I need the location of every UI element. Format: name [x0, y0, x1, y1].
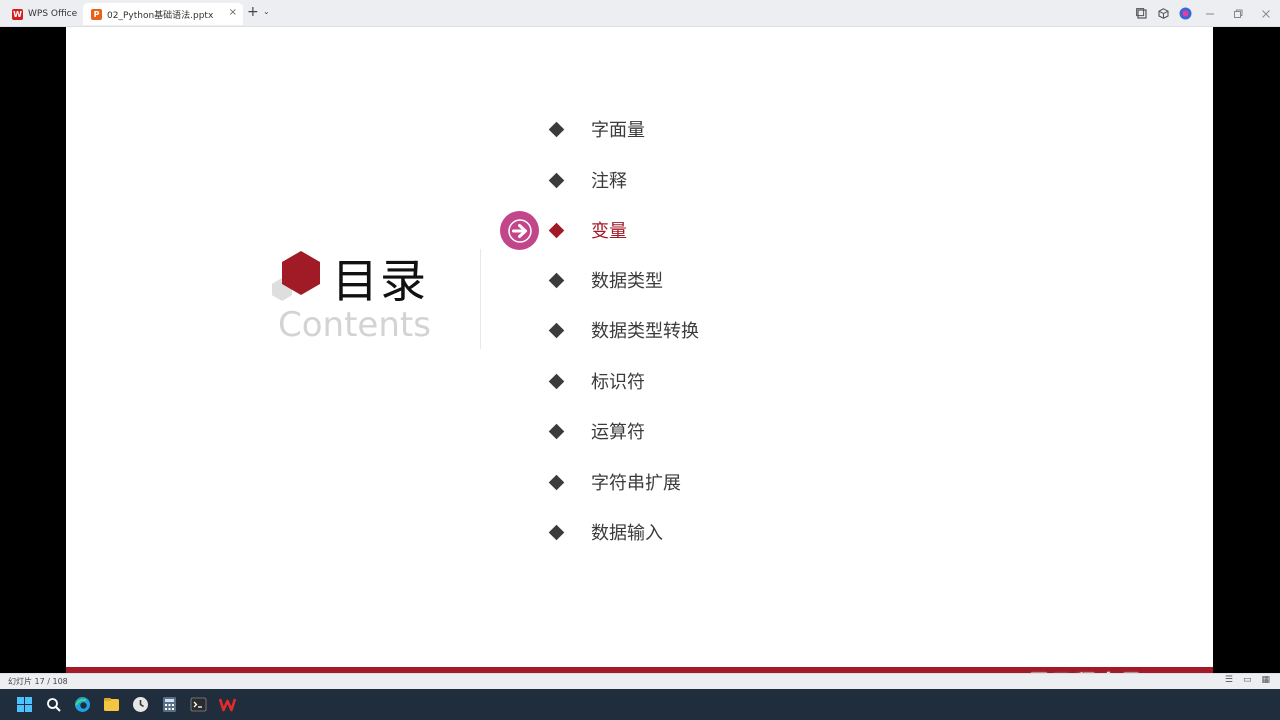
- toc-item-label: 注释: [591, 171, 627, 192]
- toc-item[interactable]: 注释: [548, 168, 627, 192]
- toc-item-label: 标识符: [591, 372, 645, 393]
- toc-item[interactable]: 标识符: [548, 369, 645, 393]
- file-explorer-icon[interactable]: [97, 690, 126, 719]
- edge-browser-icon[interactable]: [68, 690, 97, 719]
- toc-item-label: 字面量: [591, 120, 645, 141]
- diamond-bullet-icon: [548, 423, 565, 439]
- titlebar-actions: [1130, 0, 1280, 27]
- windows-start-icon[interactable]: [10, 690, 39, 719]
- cube-icon[interactable]: [1152, 3, 1174, 25]
- wps-logo-icon: W: [12, 8, 23, 20]
- account-avatar-icon[interactable]: [1174, 3, 1196, 25]
- diamond-bullet-icon: [548, 272, 565, 288]
- toc-item-label: 数据类型转换: [591, 321, 699, 342]
- toc-item-label: 运算符: [591, 422, 645, 443]
- diamond-bullet-icon: [548, 172, 565, 188]
- slide-stage: 目录 Contents 字面量 注释 变量 数据类型 数据类型转换 标识符 运算…: [0, 27, 1280, 673]
- tab-pptx-file-label: 02_Python基础语法.pptx: [107, 10, 214, 21]
- title-bar: W WPS Office P 02_Python基础语法.pptx × + ⌄: [0, 0, 1280, 27]
- maximize-icon[interactable]: [1224, 3, 1252, 25]
- toc-item-label: 数据输入: [591, 523, 663, 544]
- restore-tabs-icon[interactable]: [1130, 3, 1152, 25]
- calculator-icon[interactable]: [155, 690, 184, 719]
- toc-item-label: 数据类型: [591, 271, 663, 292]
- toc-item[interactable]: 字符串扩展: [548, 470, 681, 494]
- toc-item[interactable]: 数据类型转换: [548, 318, 699, 342]
- diamond-bullet-icon: [548, 524, 565, 540]
- tab-wps-home-label: WPS Office: [28, 9, 78, 19]
- tab-pptx-file[interactable]: P 02_Python基础语法.pptx ×: [83, 3, 243, 25]
- diamond-bullet-icon: [548, 222, 565, 238]
- tab-list-chevron-icon[interactable]: ⌄: [263, 7, 270, 16]
- clock-app-icon[interactable]: [126, 690, 155, 719]
- diamond-bullet-icon: [548, 474, 565, 490]
- diamond-bullet-icon: [548, 373, 565, 389]
- diamond-bullet-icon: [548, 121, 565, 137]
- toc-item[interactable]: 数据类型: [548, 268, 663, 292]
- toc-item[interactable]: 运算符: [548, 419, 645, 443]
- diamond-bullet-icon: [548, 322, 565, 338]
- close-window-icon[interactable]: [1252, 3, 1280, 25]
- toc-item[interactable]: 数据输入: [548, 520, 663, 544]
- toc-item[interactable]: 字面量: [548, 117, 645, 141]
- new-tab-icon[interactable]: +: [247, 4, 259, 20]
- tab-wps-home[interactable]: W WPS Office: [0, 3, 80, 25]
- wps-app-icon[interactable]: [213, 690, 242, 719]
- close-tab-icon[interactable]: ×: [229, 7, 237, 18]
- slide-canvas[interactable]: 目录 Contents 字面量 注释 变量 数据类型 数据类型转换 标识符 运算…: [66, 27, 1213, 673]
- status-bar: 幻灯片 17 / 108 ☰ ▭ ▦: [0, 673, 1280, 689]
- windows-taskbar: [0, 689, 1280, 720]
- current-section-arrow-icon: [500, 211, 539, 250]
- grid-view-icon[interactable]: ▦: [1261, 675, 1270, 685]
- terminal-icon[interactable]: [184, 690, 213, 719]
- toc-item-active[interactable]: 变量: [548, 218, 627, 242]
- toc-item-label: 字符串扩展: [591, 473, 681, 494]
- toc-title: 目录: [332, 254, 428, 308]
- status-bar-actions: ☰ ▭ ▦: [1225, 675, 1270, 685]
- notes-icon[interactable]: ☰: [1225, 675, 1233, 685]
- search-icon[interactable]: [39, 690, 68, 719]
- toc-subtitle: Contents: [278, 305, 431, 345]
- divider-line: [480, 249, 481, 349]
- presentation-file-icon: P: [91, 8, 102, 20]
- normal-view-icon[interactable]: ▭: [1243, 675, 1252, 685]
- toc-item-label: 变量: [591, 221, 627, 242]
- slide-counter: 幻灯片 17 / 108: [8, 677, 68, 686]
- minimize-icon[interactable]: [1196, 3, 1224, 25]
